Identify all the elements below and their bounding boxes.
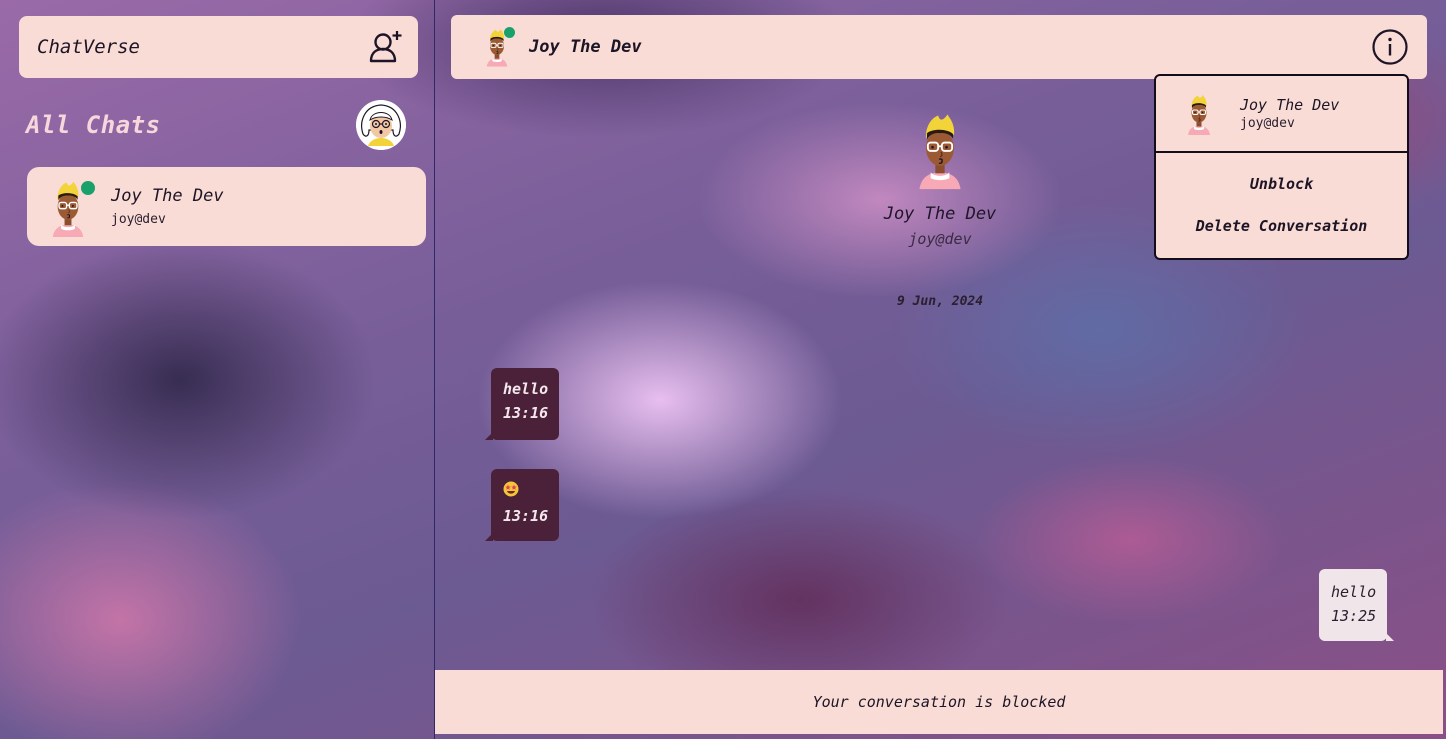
header-contact-name: Joy The Dev xyxy=(529,37,642,57)
blocked-notice-bar: Your conversation is blocked xyxy=(435,670,1443,734)
header-avatar xyxy=(483,27,515,67)
chat-header: Joy The Dev xyxy=(451,15,1427,79)
avatar xyxy=(47,179,95,235)
brand-bar: ChatVerse xyxy=(19,16,418,78)
message-time: 13:25 xyxy=(1331,607,1377,625)
message-text: hello xyxy=(1331,583,1377,601)
unblock-button[interactable]: Unblock xyxy=(1156,175,1407,193)
chat-item-name: Joy The Dev xyxy=(111,186,224,206)
message-bubble-outgoing: hello 13:25 xyxy=(1319,569,1394,641)
chat-item-handle: joy@dev xyxy=(111,212,166,227)
add-user-icon[interactable] xyxy=(368,29,404,65)
sidebar: ChatVerse All Chats Joy The Dev joy@dev xyxy=(0,0,434,739)
date-separator: 9 Jun, 2024 xyxy=(896,294,984,309)
message-bubble-incoming: hello 13:16 xyxy=(485,368,559,440)
profile-name: Joy The Dev xyxy=(883,204,997,224)
menu-contact-handle: joy@dev xyxy=(1240,116,1295,131)
message-text: hello xyxy=(503,380,549,398)
app-title: ChatVerse xyxy=(37,36,140,58)
all-chats-row: All Chats xyxy=(26,96,406,154)
message-time: 13:16 xyxy=(503,507,549,525)
contact-profile: Joy The Dev joy@dev xyxy=(840,110,1040,248)
menu-avatar xyxy=(1184,91,1214,137)
contact-options-menu: Joy The Dev joy@dev Unblock Delete Conve… xyxy=(1154,74,1409,260)
user-avatar[interactable] xyxy=(356,100,406,150)
online-indicator xyxy=(81,180,95,195)
info-icon[interactable] xyxy=(1371,28,1409,66)
menu-contact-header: Joy The Dev joy@dev xyxy=(1156,76,1407,153)
delete-conversation-button[interactable]: Delete Conversation xyxy=(1156,217,1407,235)
message-time: 13:16 xyxy=(503,404,549,422)
all-chats-title: All Chats xyxy=(26,111,161,139)
profile-handle: joy@dev xyxy=(908,230,972,248)
profile-avatar xyxy=(912,110,968,190)
message-emoji xyxy=(503,481,559,501)
message-bubble-incoming: 13:16 xyxy=(485,469,559,541)
chat-list-item[interactable]: Joy The Dev joy@dev xyxy=(27,167,426,246)
menu-contact-name: Joy The Dev xyxy=(1240,96,1340,114)
panel-divider xyxy=(434,0,435,739)
star-struck-emoji-icon xyxy=(503,481,519,497)
online-indicator xyxy=(504,27,515,38)
blocked-notice: Your conversation is blocked xyxy=(812,693,1066,711)
